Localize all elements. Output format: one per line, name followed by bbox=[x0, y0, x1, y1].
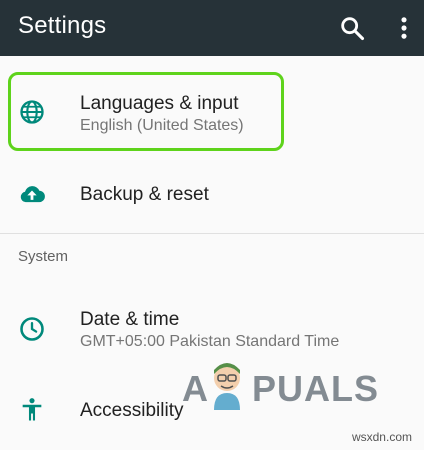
search-icon[interactable] bbox=[338, 14, 366, 42]
app-bar: Settings bbox=[0, 0, 424, 56]
site-label: wsxdn.com bbox=[351, 430, 412, 444]
watermark-letter-a: A bbox=[182, 368, 209, 409]
settings-item-label: Backup & reset bbox=[80, 184, 209, 205]
settings-item-summary: GMT+05:00 Pakistan Standard Time bbox=[80, 333, 340, 350]
watermark-text: PUALS bbox=[252, 368, 380, 409]
settings-item-backup-reset[interactable]: Backup & reset bbox=[0, 162, 424, 226]
settings-item-label: Accessibility bbox=[80, 400, 184, 421]
clock-icon bbox=[20, 317, 44, 341]
cloud-upload-icon bbox=[20, 186, 45, 203]
section-header-system: System bbox=[18, 248, 69, 265]
settings-item-date-time[interactable]: Date & time GMT+05:00 Pakistan Standard … bbox=[0, 290, 424, 370]
more-vert-icon[interactable] bbox=[390, 14, 418, 42]
watermark-mascot-icon bbox=[214, 363, 240, 410]
settings-item-label: Date & time bbox=[80, 309, 180, 330]
divider bbox=[0, 233, 424, 234]
accessibility-icon bbox=[22, 398, 42, 421]
page-title: Settings bbox=[18, 12, 107, 39]
highlight-box bbox=[8, 72, 284, 151]
